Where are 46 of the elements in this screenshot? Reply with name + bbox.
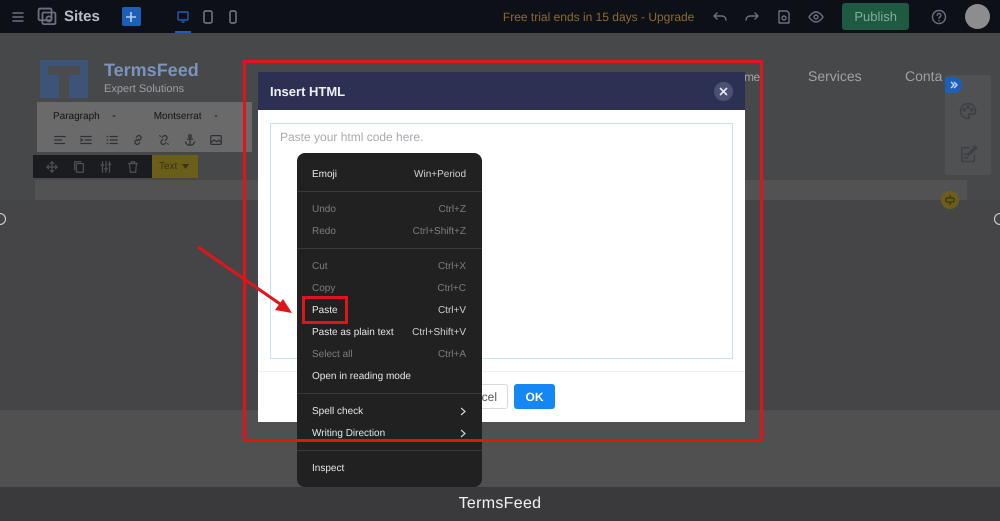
menu-item[interactable]: Inspect (297, 457, 482, 479)
plus-icon (125, 10, 138, 22)
indent-icon[interactable] (79, 133, 93, 147)
format-dropdown[interactable]: Paragraph (53, 110, 100, 122)
add-button[interactable] (122, 7, 141, 26)
caret-icon (182, 164, 190, 169)
menu-item[interactable]: Paste as plain text Ctrl+Shift+V (297, 321, 482, 343)
expand-button[interactable] (945, 77, 962, 93)
close-button[interactable] (714, 82, 733, 100)
save-icon[interactable] (776, 8, 792, 24)
chevrons-icon (948, 80, 958, 90)
ok-button[interactable]: OK (514, 384, 555, 409)
desktop-icon[interactable] (174, 8, 191, 24)
avatar[interactable] (965, 4, 990, 29)
menu-item[interactable]: Open in reading mode (297, 365, 482, 387)
nav-link[interactable]: Conta (905, 68, 942, 84)
logo-icon (40, 60, 88, 98)
close-icon (719, 86, 728, 96)
brand-name: TermsFeed (104, 60, 199, 81)
nav-link[interactable]: me (744, 70, 760, 84)
trash-icon[interactable] (126, 160, 140, 174)
align-icon[interactable] (53, 133, 67, 147)
sliders-icon[interactable] (99, 160, 113, 174)
anchor-icon[interactable] (183, 133, 197, 147)
dialog-title: Insert HTML (270, 84, 346, 98)
preview-icon[interactable] (808, 8, 824, 24)
menu-item[interactable]: Spell check (297, 400, 482, 422)
trial-notice-link[interactable]: Free trial ends in 15 days - Upgrade (502, 10, 694, 24)
menu-item[interactable]: Writing Direction (297, 422, 482, 444)
font-dropdown[interactable]: Montserrat (154, 110, 202, 122)
app-name: Sites (64, 8, 100, 25)
tagline: Expert Solutions (104, 83, 186, 95)
link-icon[interactable] (131, 133, 145, 147)
caption: TermsFeed (458, 495, 542, 513)
gallery-icon[interactable] (36, 6, 58, 28)
menu-item[interactable]: Emoji Win+Period (297, 163, 482, 185)
help-icon[interactable] (931, 8, 947, 24)
move-icon[interactable] (45, 160, 59, 174)
swap-icon (944, 194, 956, 206)
unlink-icon[interactable] (157, 133, 171, 147)
menu-item[interactable]: Paste Ctrl+V (297, 299, 482, 321)
nav-link[interactable]: Services (808, 68, 862, 84)
publish-button[interactable]: Publish (842, 3, 909, 30)
list-icon[interactable] (105, 133, 119, 147)
copy-icon[interactable] (72, 160, 86, 174)
image-icon[interactable] (209, 133, 223, 147)
